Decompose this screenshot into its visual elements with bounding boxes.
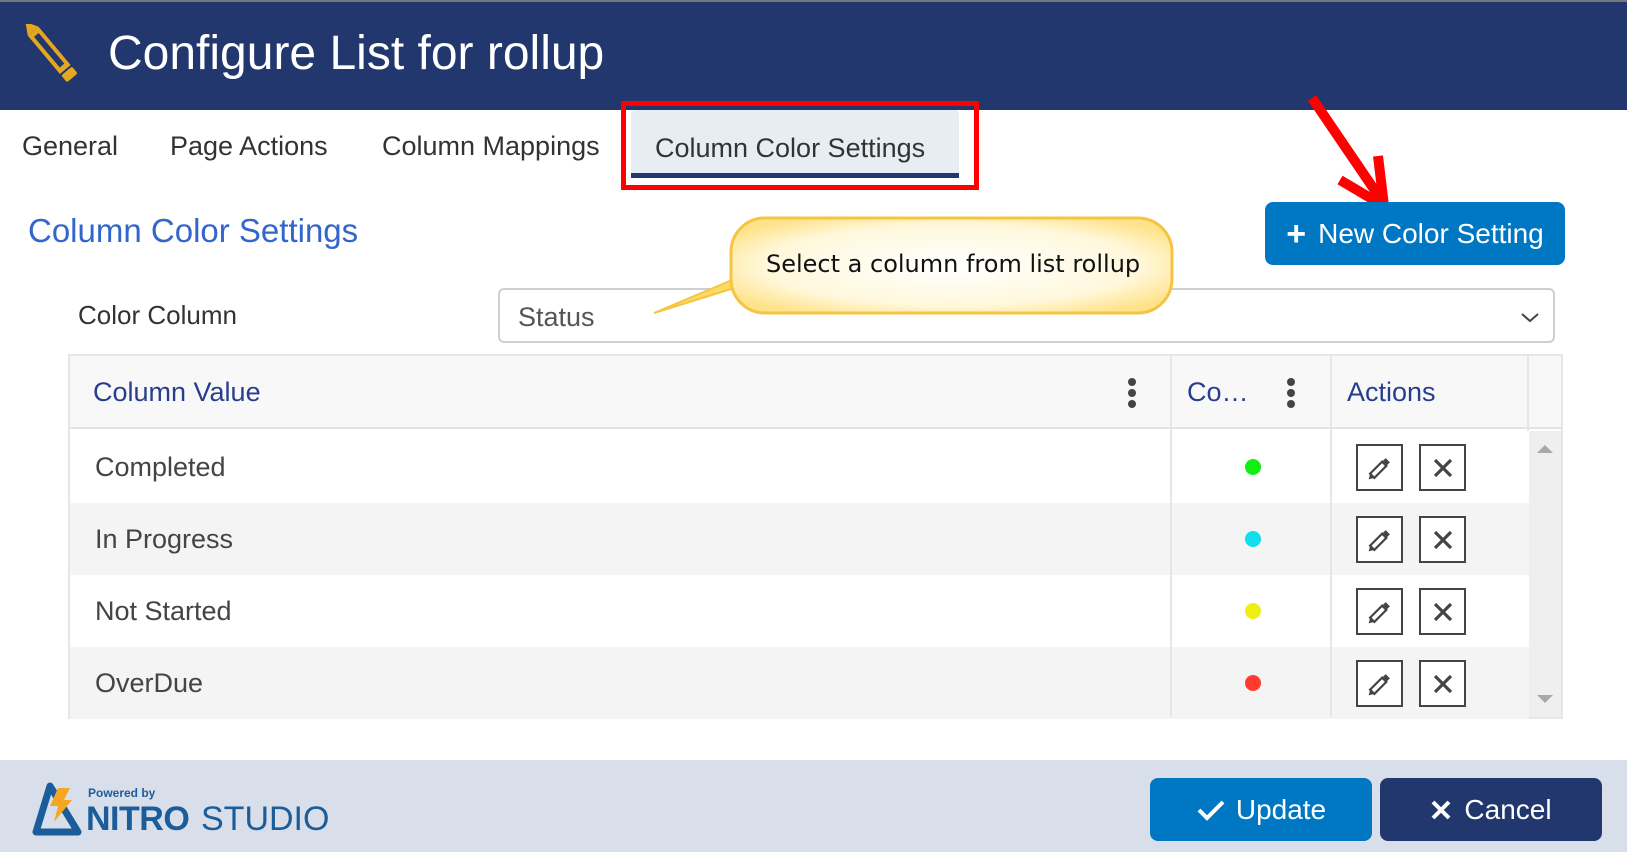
- column-divider: [1170, 356, 1172, 717]
- pencil-icon: [1368, 601, 1390, 623]
- new-color-setting-label: New Color Setting: [1318, 217, 1544, 249]
- delete-button[interactable]: [1419, 516, 1466, 563]
- tab-bar: General Page Actions Column Mappings Col…: [0, 110, 1100, 182]
- scroll-down-arrow-icon[interactable]: [1537, 695, 1553, 703]
- grid-header-row: Column Value Co… Actions: [70, 356, 1561, 429]
- edit-button[interactable]: [1356, 516, 1403, 563]
- column-header-column-value[interactable]: Column Value: [93, 356, 261, 429]
- row-column-value: In Progress: [95, 524, 234, 554]
- close-icon: [1431, 800, 1451, 819]
- column-header-actions: Actions: [1347, 377, 1436, 407]
- update-button[interactable]: Update: [1150, 778, 1372, 841]
- close-icon: [1433, 674, 1452, 693]
- row-column-value: Not Started: [95, 596, 232, 626]
- pencil-icon: [25, 24, 77, 82]
- color-column-menu-icon[interactable]: [1286, 378, 1296, 408]
- delete-button[interactable]: [1419, 660, 1466, 707]
- delete-button[interactable]: [1419, 444, 1466, 491]
- table-row: Not Started: [70, 575, 1529, 647]
- table-row: In Progress: [70, 503, 1529, 575]
- column-header-color[interactable]: Co…: [1187, 356, 1249, 429]
- dialog-title: Configure List for rollup: [108, 27, 605, 80]
- callout-text: Select a column from list rollup: [766, 250, 1141, 278]
- column-value-menu-icon[interactable]: [1127, 378, 1137, 408]
- color-swatch: [1245, 531, 1261, 547]
- grid-scrollbar[interactable]: [1529, 431, 1561, 717]
- color-settings-grid: Column Value Co… Actions Completed In Pr…: [68, 354, 1563, 719]
- new-color-setting-button[interactable]: + New Color Setting: [1265, 202, 1565, 265]
- column-divider: [1330, 356, 1332, 717]
- edit-button[interactable]: [1356, 660, 1403, 707]
- color-column-selected-value: Status: [518, 302, 595, 332]
- close-icon: [1433, 602, 1452, 621]
- tab-column-color-settings[interactable]: Column Color Settings: [631, 110, 959, 178]
- delete-button[interactable]: [1419, 588, 1466, 635]
- tab-general[interactable]: General: [22, 122, 118, 170]
- update-label: Update: [1235, 793, 1327, 825]
- close-icon: [1433, 530, 1452, 549]
- dialog-header: Configure List for rollup: [0, 0, 1627, 110]
- tab-column-mappings[interactable]: Column Mappings: [382, 122, 600, 170]
- configure-list-dialog: Configure List for rollup General Page A…: [0, 0, 1627, 852]
- table-row: OverDue: [70, 647, 1529, 719]
- scroll-up-arrow-icon[interactable]: [1537, 445, 1553, 453]
- table-row: Completed: [70, 431, 1529, 503]
- powered-by-text: Powered by: [88, 786, 156, 800]
- plus-icon: +: [1286, 214, 1307, 253]
- pencil-icon: [1368, 457, 1390, 479]
- row-column-value: OverDue: [95, 668, 204, 698]
- brand-nitro-text: NITRO: [86, 800, 190, 838]
- color-swatch: [1245, 675, 1261, 691]
- edit-button[interactable]: [1356, 444, 1403, 491]
- color-column-select[interactable]: Status: [498, 288, 1555, 343]
- pencil-icon: [1368, 673, 1390, 695]
- color-column-label: Color Column: [78, 300, 237, 330]
- section-title: Column Color Settings: [28, 212, 359, 249]
- tab-page-actions[interactable]: Page Actions: [170, 122, 328, 170]
- checkmark-icon: [1197, 800, 1225, 821]
- edit-button[interactable]: [1356, 588, 1403, 635]
- close-icon: [1433, 458, 1452, 477]
- color-swatch: [1245, 459, 1261, 475]
- column-divider: [1527, 356, 1529, 431]
- cancel-button[interactable]: Cancel: [1380, 778, 1602, 841]
- pencil-icon: [1368, 529, 1390, 551]
- brand-studio-text: STUDIO: [201, 800, 330, 838]
- color-swatch: [1245, 603, 1261, 619]
- chevron-down-icon: [1521, 313, 1539, 323]
- cancel-label: Cancel: [1464, 793, 1552, 825]
- row-column-value: Completed: [95, 452, 226, 482]
